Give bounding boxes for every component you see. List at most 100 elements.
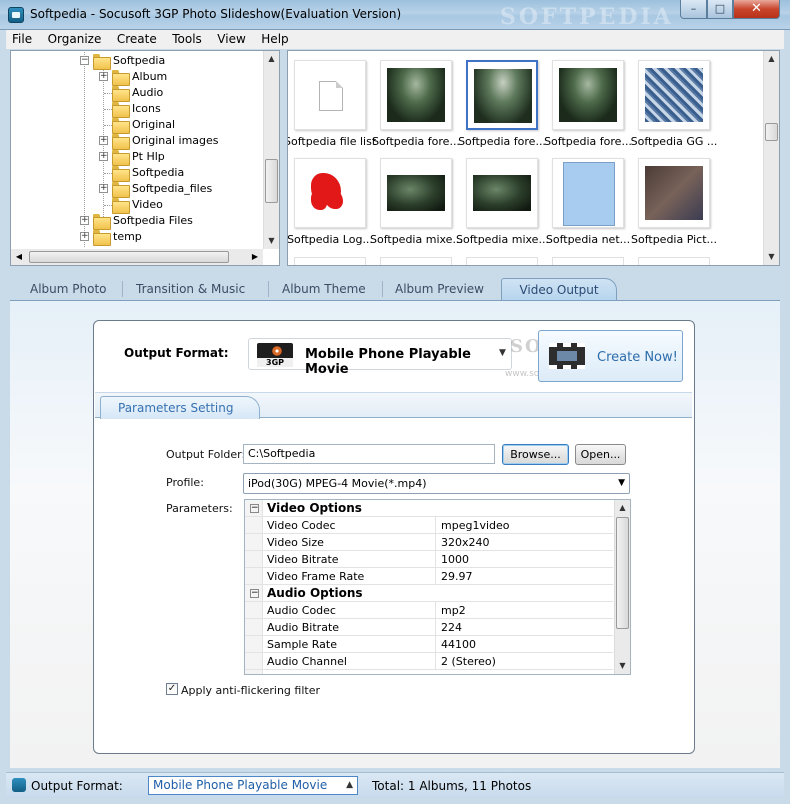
- status-output-format-value: Mobile Phone Playable Movie: [153, 778, 328, 792]
- tab-parameters-setting[interactable]: Parameters Setting: [100, 396, 260, 419]
- tree-item-pt-hlp[interactable]: + Pt Hlp: [11, 149, 271, 166]
- scroll-right-icon[interactable]: ▶: [247, 249, 263, 265]
- chevron-up-icon[interactable]: ▲: [346, 777, 353, 794]
- expand-icon[interactable]: +: [99, 152, 108, 161]
- collapse-icon[interactable]: −: [250, 589, 259, 598]
- minimize-button[interactable]: –: [680, 0, 707, 19]
- grid-row[interactable]: Video Size 320x240: [245, 534, 613, 551]
- tree-item-icons[interactable]: Icons: [11, 101, 271, 118]
- create-now-button[interactable]: Create Now!: [538, 330, 683, 382]
- thumbnail-item[interactable]: Softpedia file list: [288, 51, 376, 148]
- thumbnail-item[interactable]: Softpedia net...: [546, 149, 630, 246]
- grid-key: Video Bitrate: [267, 553, 339, 566]
- grid-section-label: Audio Options: [267, 586, 363, 600]
- tab-album-photo[interactable]: Album Photo: [30, 278, 130, 300]
- tree-item-temp[interactable]: + temp: [11, 229, 271, 246]
- tab-album-preview[interactable]: Album Preview: [395, 278, 495, 300]
- tree-item-original[interactable]: Original: [11, 117, 271, 134]
- grid-row[interactable]: Video Frame Rate 29.97: [245, 568, 613, 585]
- main-tabs: Album Photo Transition & Music Album The…: [10, 278, 780, 300]
- app-icon[interactable]: [8, 7, 24, 23]
- menu-tools[interactable]: Tools: [166, 30, 208, 49]
- scroll-thumb[interactable]: [765, 123, 778, 141]
- menu-organize[interactable]: Organize: [42, 30, 108, 49]
- tab-video-output[interactable]: Video Output: [501, 278, 617, 300]
- thumbnails-vertical-scrollbar[interactable]: ▲ ▼: [763, 51, 779, 265]
- output-format-select[interactable]: 3GP Mobile Phone Playable Movie ▼: [248, 338, 512, 377]
- grid-row[interactable]: Audio Channel 2 (Stereo): [245, 653, 613, 670]
- tree-item-album[interactable]: + Album: [11, 69, 271, 86]
- tree-horizontal-scrollbar[interactable]: ◀ ▶: [11, 249, 263, 265]
- menu-file[interactable]: File: [6, 30, 38, 49]
- open-button[interactable]: Open...: [575, 444, 626, 465]
- grid-value: 224: [441, 621, 462, 634]
- scroll-left-icon[interactable]: ◀: [11, 249, 27, 265]
- tree-item-softpedia-files[interactable]: + Softpedia_files: [11, 181, 271, 198]
- tab-album-theme[interactable]: Album Theme: [282, 278, 382, 300]
- folder-icon: [112, 182, 130, 198]
- photo-image: [473, 175, 531, 211]
- thumbnail-item[interactable]: Softpedia mixe...: [370, 149, 462, 246]
- grid-row[interactable]: Video Bitrate 1000: [245, 551, 613, 568]
- thumbnail-item[interactable]: Softpedia Log...: [288, 149, 373, 246]
- anti-flicker-checkbox[interactable]: ✓: [166, 683, 178, 695]
- parameters-grid[interactable]: − Video Options Video Codec mpeg1video V…: [244, 499, 631, 675]
- scroll-down-icon[interactable]: ▼: [264, 233, 279, 249]
- thumbnail-item[interactable]: Softpedia mixe...: [456, 149, 548, 246]
- output-folder-input[interactable]: C:\Softpedia: [243, 444, 495, 464]
- scroll-thumb[interactable]: [265, 159, 278, 203]
- expand-icon[interactable]: +: [80, 216, 89, 225]
- tree-item-softpedia-sub[interactable]: Softpedia: [11, 165, 271, 182]
- chevron-down-icon[interactable]: ▼: [499, 348, 506, 358]
- menu-view[interactable]: View: [211, 30, 251, 49]
- status-output-format-select[interactable]: Mobile Phone Playable Movie ▲: [148, 776, 358, 795]
- tab-transition-music[interactable]: Transition & Music: [136, 278, 268, 300]
- scroll-up-icon[interactable]: ▲: [264, 51, 279, 67]
- scroll-thumb[interactable]: [616, 517, 629, 629]
- tree-line: [104, 109, 112, 110]
- expand-icon[interactable]: +: [80, 232, 89, 241]
- grid-vertical-scrollbar[interactable]: ▲ ▼: [614, 500, 630, 674]
- tree-item-label: Pt Hlp: [132, 150, 165, 163]
- thumbnail-item[interactable]: Softpedia Pict...: [631, 149, 717, 246]
- logo-image: [311, 173, 341, 205]
- menu-create[interactable]: Create: [111, 30, 163, 49]
- collapse-icon[interactable]: −: [250, 504, 259, 513]
- folder-icon: [93, 214, 111, 230]
- tree-item-softpedia[interactable]: − Softpedia: [11, 53, 271, 70]
- grid-section-video[interactable]: − Video Options: [245, 500, 613, 517]
- chevron-down-icon[interactable]: ▼: [618, 474, 625, 493]
- grid-row[interactable]: Sample Rate 44100: [245, 636, 613, 653]
- menu-help[interactable]: Help: [255, 30, 294, 49]
- collapse-icon[interactable]: −: [80, 56, 89, 65]
- grid-row[interactable]: Audio Codec mp2: [245, 602, 613, 619]
- tree-item-softpedia-files-root[interactable]: + Softpedia Files: [11, 213, 271, 230]
- tree-item-audio[interactable]: Audio: [11, 85, 271, 102]
- browse-button[interactable]: Browse...: [502, 444, 569, 465]
- folder-tree[interactable]: − Softpedia + Album Audio Icons Original…: [10, 50, 280, 266]
- photo-thumbnails[interactable]: Softpedia file list Softpedia fore... So…: [287, 50, 780, 266]
- scroll-up-icon[interactable]: ▲: [615, 500, 630, 516]
- scroll-down-icon[interactable]: ▼: [764, 249, 779, 265]
- scroll-thumb[interactable]: [29, 251, 229, 263]
- grid-row[interactable]: Video Codec mpeg1video: [245, 517, 613, 534]
- tree-item-video[interactable]: Video: [11, 197, 271, 214]
- thumbnail-item-selected[interactable]: Softpedia fore...: [458, 51, 546, 148]
- thumbnail-caption: Softpedia GG ...: [630, 135, 718, 148]
- grid-section-audio[interactable]: − Audio Options: [245, 585, 613, 602]
- close-button[interactable]: ✕: [733, 0, 780, 19]
- scroll-down-icon[interactable]: ▼: [615, 658, 630, 674]
- thumbnail-item[interactable]: Softpedia GG ...: [631, 51, 717, 148]
- maximize-button[interactable]: □: [707, 0, 733, 19]
- tree-vertical-scrollbar[interactable]: ▲ ▼: [263, 51, 279, 249]
- profile-select[interactable]: iPod(30G) MPEG-4 Movie(*.mp4) ▼: [243, 473, 630, 494]
- thumbnail-item[interactable]: Softpedia fore...: [372, 51, 460, 148]
- film-reel-icon: [272, 346, 282, 356]
- expand-icon[interactable]: +: [99, 72, 108, 81]
- tree-item-original-images[interactable]: + Original images: [11, 133, 271, 150]
- expand-icon[interactable]: +: [99, 136, 108, 145]
- thumbnail-item[interactable]: Softpedia fore...: [544, 51, 632, 148]
- grid-row[interactable]: Audio Bitrate 224: [245, 619, 613, 636]
- scroll-up-icon[interactable]: ▲: [764, 51, 779, 67]
- expand-icon[interactable]: +: [99, 184, 108, 193]
